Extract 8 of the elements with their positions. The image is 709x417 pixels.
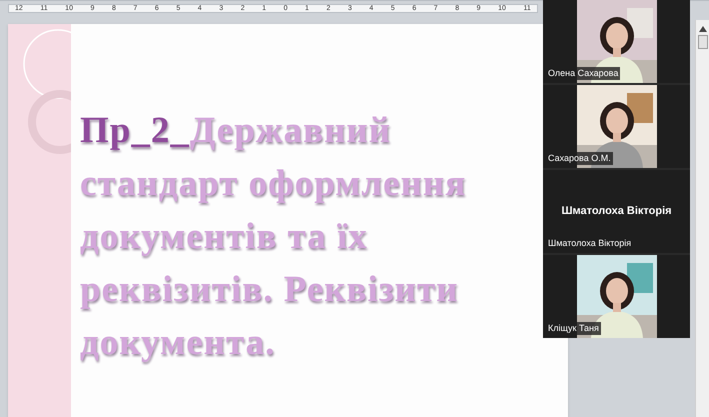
scroll-thumb[interactable] bbox=[698, 35, 708, 49]
participant-name: Шматолоха Вікторія bbox=[546, 236, 634, 250]
participant-name: Кліщук Таня bbox=[546, 322, 601, 335]
slide-title: Пр_2_Державний стандарт оформлення документів та їх реквізитів. Реквізити документа. bbox=[80, 109, 468, 365]
participant-name: Сахарова О.М. bbox=[546, 152, 613, 165]
participant-name: Олена Сахарова bbox=[546, 66, 620, 80]
scroll-up-icon[interactable] bbox=[698, 26, 706, 32]
participant-display-name: Шматолоха Вікторія bbox=[561, 204, 672, 220]
